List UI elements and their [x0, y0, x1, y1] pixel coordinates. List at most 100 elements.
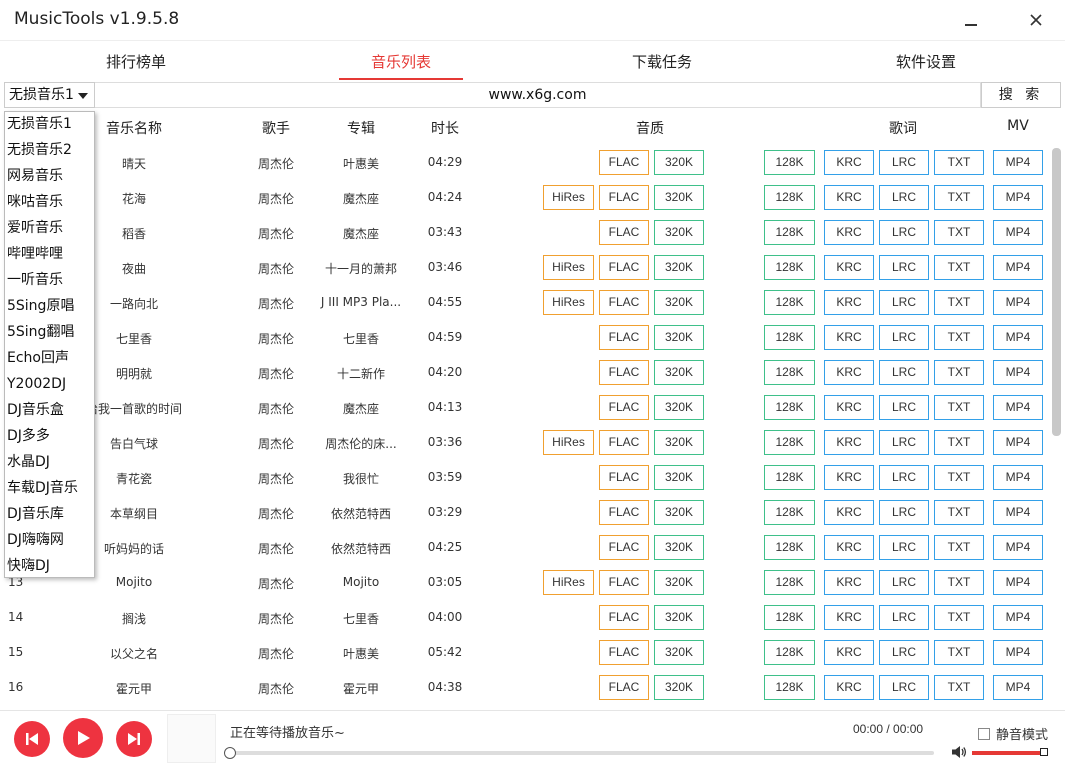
mp4-button[interactable]: MP4 — [993, 500, 1043, 525]
source-option[interactable]: 快嗨DJ — [7, 554, 50, 580]
lrc-button[interactable]: LRC — [879, 150, 929, 175]
320k-button[interactable]: 320K — [654, 535, 704, 560]
tab-charts[interactable]: 排行榜单 — [80, 41, 192, 80]
krc-button[interactable]: KRC — [824, 290, 874, 315]
table-row[interactable]: 2花海周杰伦魔杰座04:24HiResFLAC320K128KKRCLRCTXT… — [0, 180, 1050, 215]
next-button[interactable] — [116, 721, 152, 757]
mp4-button[interactable]: MP4 — [993, 150, 1043, 175]
mp4-button[interactable]: MP4 — [993, 640, 1043, 665]
320k-button[interactable]: 320K — [654, 290, 704, 315]
source-option[interactable]: 爱听音乐 — [7, 216, 63, 242]
mp4-button[interactable]: MP4 — [993, 605, 1043, 630]
txt-button[interactable]: TXT — [934, 290, 984, 315]
krc-button[interactable]: KRC — [824, 395, 874, 420]
txt-button[interactable]: TXT — [934, 360, 984, 385]
128k-button[interactable]: 128K — [764, 570, 815, 595]
source-option[interactable]: 哔哩哔哩 — [7, 242, 63, 268]
krc-button[interactable]: KRC — [824, 465, 874, 490]
flac-button[interactable]: FLAC — [599, 185, 649, 210]
source-option[interactable]: 车载DJ音乐 — [7, 476, 78, 502]
flac-button[interactable]: FLAC — [599, 150, 649, 175]
flac-button[interactable]: FLAC — [599, 675, 649, 700]
source-option[interactable]: DJ嗨嗨网 — [7, 528, 64, 554]
flac-button[interactable]: FLAC — [599, 220, 649, 245]
flac-button[interactable]: FLAC — [599, 465, 649, 490]
tab-music-list[interactable]: 音乐列表 — [339, 41, 463, 80]
txt-button[interactable]: TXT — [934, 430, 984, 455]
source-option[interactable]: 网易音乐 — [7, 164, 63, 190]
table-row[interactable]: 13 Mojito 周杰伦 Mojito 03:05 HiRes FLAC 320K 128K K… — [0, 565, 1050, 600]
krc-button[interactable]: KRC — [824, 150, 874, 175]
lrc-button[interactable]: LRC — [879, 220, 929, 245]
flac-button[interactable]: FLAC — [599, 535, 649, 560]
320k-button[interactable]: 320K — [654, 465, 704, 490]
320k-button[interactable]: 320K — [654, 325, 704, 350]
128k-button[interactable]: 128K — [764, 675, 815, 700]
hires-button[interactable]: HiRes — [543, 185, 594, 210]
320k-button[interactable]: 320K — [654, 640, 704, 665]
krc-button[interactable]: KRC — [824, 535, 874, 560]
tab-downloads[interactable]: 下载任务 — [606, 41, 718, 80]
128k-button[interactable]: 128K — [764, 430, 815, 455]
prev-button[interactable] — [14, 721, 50, 757]
lrc-button[interactable]: LRC — [879, 640, 929, 665]
source-option[interactable]: Echo回声 — [7, 346, 69, 372]
hires-button[interactable]: HiRes — [543, 290, 594, 315]
320k-button[interactable]: 320K — [654, 220, 704, 245]
txt-button[interactable]: TXT — [934, 185, 984, 210]
mp4-button[interactable]: MP4 — [993, 185, 1043, 210]
krc-button[interactable]: KRC — [824, 640, 874, 665]
hires-button[interactable]: HiRes — [543, 570, 594, 595]
128k-button[interactable]: 128K — [764, 360, 815, 385]
flac-button[interactable]: FLAC — [599, 500, 649, 525]
krc-button[interactable]: KRC — [824, 325, 874, 350]
txt-button[interactable]: TXT — [934, 395, 984, 420]
krc-button[interactable]: KRC — [824, 570, 874, 595]
table-row[interactable]: 16 霍元甲 周杰伦 霍元甲 04:38 FLAC 320K 128K KRC LRC TXT MP4 — [0, 670, 1050, 705]
play-button[interactable] — [63, 718, 103, 758]
128k-button[interactable]: 128K — [764, 605, 815, 630]
search-input[interactable] — [95, 82, 981, 108]
krc-button[interactable]: KRC — [824, 500, 874, 525]
128k-button[interactable]: 128K — [764, 640, 815, 665]
320k-button[interactable]: 320K — [654, 150, 704, 175]
txt-button[interactable]: TXT — [934, 150, 984, 175]
txt-button[interactable]: TXT — [934, 500, 984, 525]
flac-button[interactable]: FLAC — [599, 290, 649, 315]
lrc-button[interactable]: LRC — [879, 395, 929, 420]
flac-button[interactable]: FLAC — [599, 640, 649, 665]
flac-button[interactable]: FLAC — [599, 605, 649, 630]
source-option[interactable]: Y2002DJ — [7, 372, 66, 398]
lrc-button[interactable]: LRC — [879, 325, 929, 350]
volume-knob[interactable] — [1040, 748, 1048, 756]
flac-button[interactable]: FLAC — [599, 255, 649, 280]
txt-button[interactable]: TXT — [934, 255, 984, 280]
320k-button[interactable]: 320K — [654, 395, 704, 420]
mp4-button[interactable]: MP4 — [993, 290, 1043, 315]
table-row[interactable]: 1晴天周杰伦叶惠美04:29FLAC320K128KKRCLRCTXTMP4 — [0, 145, 1050, 180]
txt-button[interactable]: TXT — [934, 570, 984, 595]
table-row[interactable]: 10青花瓷周杰伦我很忙03:59FLAC320K128KKRCLRCTXTMP4 — [0, 460, 1050, 495]
128k-button[interactable]: 128K — [764, 465, 815, 490]
krc-button[interactable]: KRC — [824, 185, 874, 210]
320k-button[interactable]: 320K — [654, 430, 704, 455]
minimize-button[interactable] — [956, 6, 986, 34]
hires-button[interactable]: HiRes — [543, 255, 594, 280]
source-option[interactable]: 水晶DJ — [7, 450, 50, 476]
flac-button[interactable]: FLAC — [599, 395, 649, 420]
flac-button[interactable]: FLAC — [599, 360, 649, 385]
320k-button[interactable]: 320K — [654, 605, 704, 630]
source-option[interactable]: DJ音乐盒 — [7, 398, 64, 424]
table-row[interactable]: 4夜曲周杰伦十一月的萧邦03:46HiResFLAC320K128KKRCLRC… — [0, 250, 1050, 285]
txt-button[interactable]: TXT — [934, 220, 984, 245]
mp4-button[interactable]: MP4 — [993, 395, 1043, 420]
mp4-button[interactable]: MP4 — [993, 465, 1043, 490]
128k-button[interactable]: 128K — [764, 535, 815, 560]
txt-button[interactable]: TXT — [934, 535, 984, 560]
128k-button[interactable]: 128K — [764, 150, 815, 175]
table-row[interactable]: 3稻香周杰伦魔杰座03:43FLAC320K128KKRCLRCTXTMP4 — [0, 215, 1050, 250]
mp4-button[interactable]: MP4 — [993, 675, 1043, 700]
128k-button[interactable]: 128K — [764, 290, 815, 315]
krc-button[interactable]: KRC — [824, 430, 874, 455]
128k-button[interactable]: 128K — [764, 500, 815, 525]
